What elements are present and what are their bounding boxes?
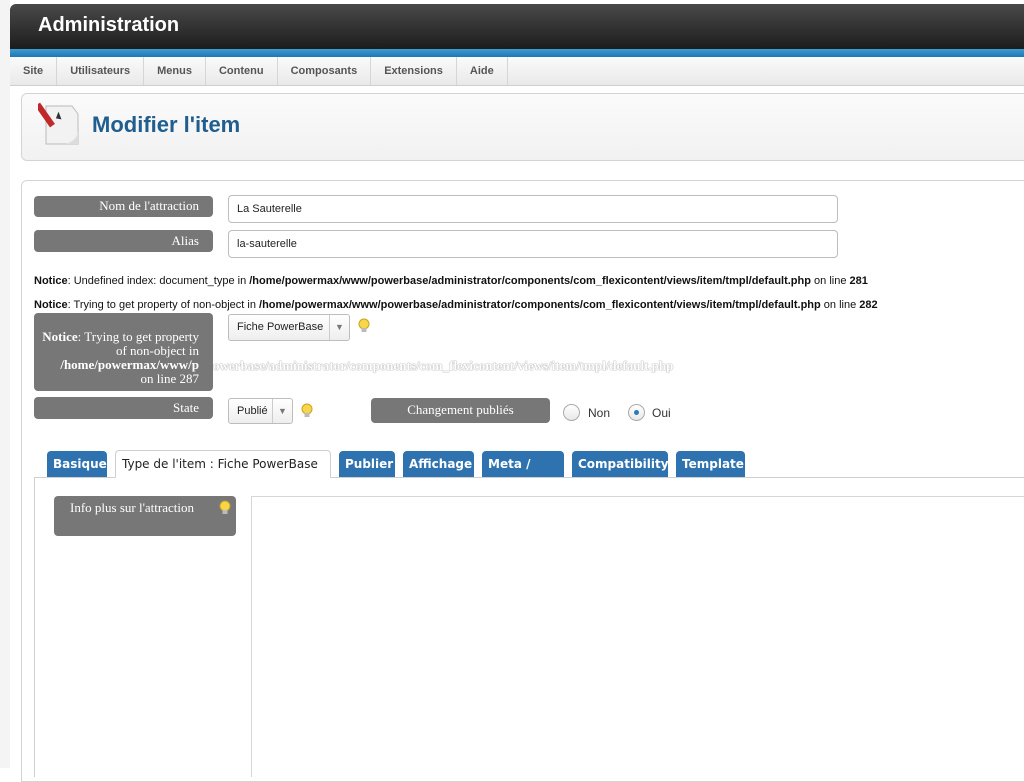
notice-line: 281 — [849, 275, 868, 287]
edit-page-icon — [38, 102, 79, 145]
item-type-select[interactable]: Fiche PowerBase ▼ — [228, 314, 350, 341]
radio-oui-label[interactable]: Oui — [652, 406, 671, 420]
notice-line: 282 — [859, 299, 878, 311]
header-accent-bar — [10, 49, 1024, 57]
main-menu: Site Utilisateurs Menus Contenu Composan… — [10, 57, 1024, 86]
chevron-down-icon: ▼ — [272, 399, 292, 423]
type-notice-text: : Trying to get property of non-object i… — [77, 329, 199, 358]
notice-path: /home/powermax/www/powerbase/administrat… — [249, 275, 811, 287]
php-notice-281: Notice: Undefined index: document_type i… — [34, 275, 868, 287]
item-type-label: Notice: Trying to get property of non-ob… — [34, 313, 213, 391]
tab-basique[interactable]: Basique — [47, 451, 107, 477]
radio-oui[interactable] — [628, 404, 645, 421]
type-notice-line: on line 287 — [140, 371, 200, 386]
menu-item-menus[interactable]: Menus — [144, 57, 206, 85]
state-select[interactable]: Publié ▼ — [228, 398, 293, 424]
notice-text: : Trying to get property of non-object i… — [67, 299, 260, 311]
lightbulb-icon[interactable] — [357, 318, 371, 334]
change-published-label: Changement publiés — [371, 398, 550, 423]
page-title-box: Modifier l'item — [21, 93, 1024, 161]
notice-prefix: Notice — [34, 299, 68, 311]
info-attraction-label: Info plus sur l'attraction — [54, 496, 236, 536]
menu-item-utilisateurs[interactable]: Utilisateurs — [57, 57, 145, 85]
attraction-name-input[interactable]: La Sauterelle — [228, 195, 838, 223]
menu-item-composants[interactable]: Composants — [278, 57, 372, 85]
tab-affichage[interactable]: Affichage — [403, 451, 474, 477]
notice-prefix: Notice — [34, 275, 68, 287]
tab-meta-seo[interactable]: Meta / SEO — [482, 451, 564, 497]
page-title: Modifier l'item — [92, 112, 241, 137]
radio-non[interactable] — [563, 404, 580, 421]
lightbulb-icon[interactable] — [300, 403, 314, 419]
menu-item-extensions[interactable]: Extensions — [371, 57, 457, 85]
php-notice-282: Notice: Trying to get property of non-ob… — [34, 299, 878, 311]
state-label: State — [34, 397, 213, 419]
type-notice-prefix: Notice — [42, 329, 78, 344]
alias-input[interactable]: la-sauterelle — [228, 230, 838, 258]
alias-label: Alias — [34, 230, 213, 252]
tab-publier[interactable]: Publier — [339, 451, 395, 477]
state-select-value: Publié — [237, 405, 268, 417]
left-gutter — [0, 0, 10, 768]
tab-template[interactable]: Template — [676, 451, 745, 477]
lightbulb-icon[interactable] — [218, 500, 232, 516]
attraction-name-label: Nom de l'attraction — [34, 196, 213, 217]
app-header: Administration — [10, 4, 1024, 49]
radio-non-label[interactable]: Non — [588, 406, 610, 420]
notice-text: : Undefined index: document_type in — [67, 275, 250, 287]
tab-compatibility[interactable]: Compatibility — [572, 451, 669, 477]
notice-path: /home/powermax/www/powerbase/administrat… — [259, 299, 821, 311]
type-notice-path-overflow: owerbase/administrator/components/com_fl… — [213, 358, 674, 373]
menu-item-contenu[interactable]: Contenu — [206, 57, 278, 85]
item-type-select-value: Fiche PowerBase — [237, 321, 324, 333]
menu-item-site[interactable]: Site — [10, 57, 58, 85]
app-title: Administration — [38, 14, 180, 36]
notice-online: on line — [820, 299, 860, 311]
info-editor-area[interactable] — [251, 496, 1024, 777]
tab-item-type[interactable]: Type de l'item : Fiche PowerBase — [115, 450, 331, 478]
chevron-down-icon: ▼ — [329, 315, 349, 340]
notice-online: on line — [810, 275, 850, 287]
menu-item-aide[interactable]: Aide — [457, 57, 508, 85]
type-notice-path: /home/powermax/www/p — [60, 357, 199, 372]
